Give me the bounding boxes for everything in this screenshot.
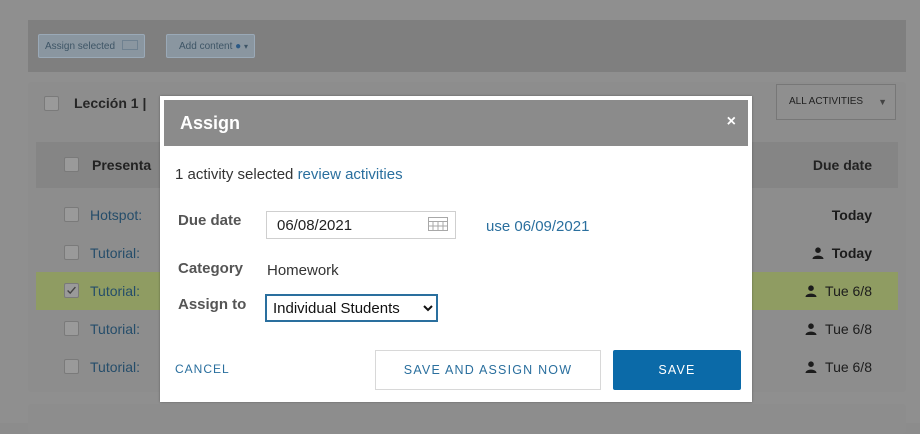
person-icon [805,321,825,337]
activities-filter-label: ALL ACTIVITIES [789,96,864,107]
row-title-link[interactable]: Tutorial: [90,283,140,299]
row-due-text: Tue 6/8 [825,321,872,337]
person-icon [805,283,825,299]
row-due-date: Tue 6/8 [805,283,872,299]
add-content-button[interactable]: Add content ● ▾ [166,34,255,58]
selection-summary: 1 activity selected review activities [175,166,403,183]
assign-selected-button[interactable]: Assign selected [38,34,145,58]
row-due-text: Tue 6/8 [825,359,872,375]
row-checkbox[interactable] [64,245,79,260]
assign-modal: Assign × 1 activity selected review acti… [160,96,752,402]
row-due-text: Today [831,245,872,261]
check-icon [67,286,76,295]
selection-count: 1 activity selected [175,166,294,183]
lesson-title: Lección 1 | [74,95,147,111]
save-and-assign-button[interactable]: SAVE AND ASSIGN NOW [375,350,601,390]
person-icon [805,359,825,375]
use-date-link[interactable]: use 06/09/2021 [486,218,589,235]
lesson-checkbox[interactable] [44,96,59,111]
select-all-checkbox[interactable] [64,157,79,172]
caret-down-icon: ▼ [878,97,887,107]
row-checkbox[interactable] [64,207,79,222]
row-checkbox[interactable] [64,283,79,298]
assign-selected-label: Assign selected [45,41,116,52]
row-due-date: Tue 6/8 [805,321,872,337]
row-checkbox[interactable] [64,321,79,336]
row-title-link[interactable]: Hotspot: [90,207,142,223]
row-due-date: Tue 6/8 [805,359,872,375]
modal-title: Assign [180,113,241,133]
category-value: Homework [267,262,339,279]
modal-header: Assign × [164,100,748,146]
hand-icon: ● [235,41,242,52]
header-label: Presenta [92,157,152,173]
chevron-down-icon: ▾ [243,42,248,51]
person-icon [812,245,832,261]
close-icon[interactable]: × [727,113,736,131]
row-checkbox[interactable] [64,359,79,374]
toolbar: Assign selected Add content ● ▾ [28,20,906,72]
header-due-date: Due date [812,157,872,173]
due-date-label: Due date [178,212,242,229]
row-due-date: Today [832,207,872,223]
assign-to-label: Assign to [178,296,247,313]
review-activities-link[interactable]: review activities [298,166,403,183]
next-card [28,404,906,434]
cancel-button[interactable]: CANCEL [175,362,230,376]
save-button[interactable]: SAVE [613,350,741,390]
grid-icon [121,40,138,50]
row-title-link[interactable]: Tutorial: [90,245,140,261]
row-due-text: Tue 6/8 [825,283,872,299]
row-due-text: Today [831,207,872,223]
row-due-date: Today [812,245,872,261]
add-content-label: Add content [179,41,233,52]
calendar-icon[interactable] [428,217,448,231]
activities-filter[interactable]: ALL ACTIVITIES ▼ [776,84,896,120]
assign-to-select[interactable]: Individual Students [265,294,438,322]
row-title-link[interactable]: Tutorial: [90,321,140,337]
row-title-link[interactable]: Tutorial: [90,359,140,375]
category-label: Category [178,260,244,277]
